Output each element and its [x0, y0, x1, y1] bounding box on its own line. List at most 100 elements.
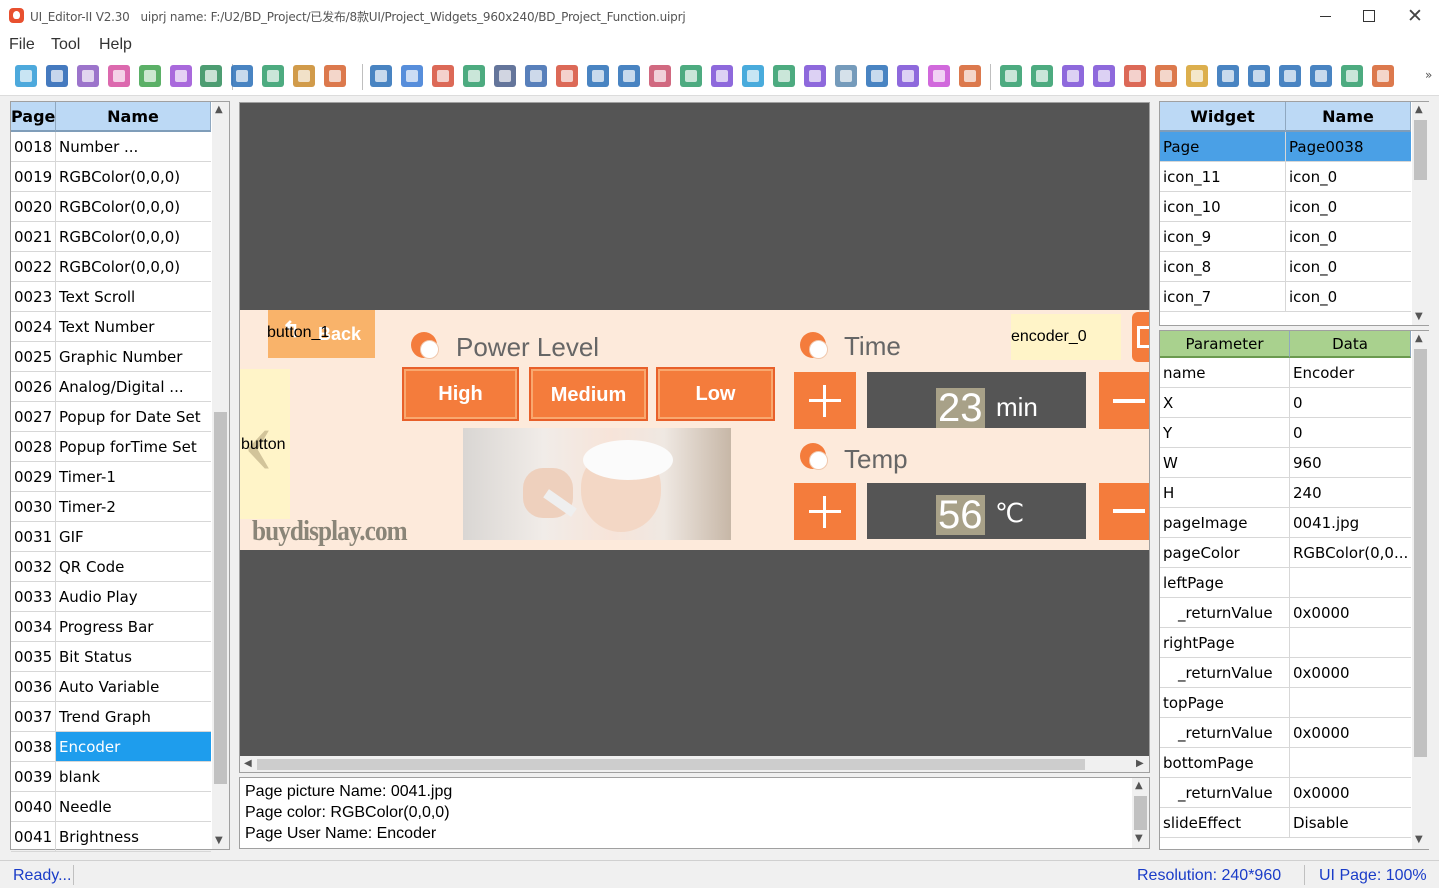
page-row[interactable]: 0028 Popup forTime Set	[11, 432, 211, 462]
gif-icon[interactable]	[587, 65, 609, 87]
distribute-v-icon[interactable]	[1248, 65, 1270, 87]
page-row[interactable]: 0018 Number ...	[11, 132, 211, 162]
page-row[interactable]: 0033 Audio Play	[11, 582, 211, 612]
parameter-row[interactable]: _returnValue 0x0000	[1160, 778, 1411, 808]
text-scroll-icon[interactable]	[401, 65, 423, 87]
widget-row[interactable]: icon_10 icon_0	[1160, 192, 1411, 222]
pages-header-name[interactable]: Name	[56, 102, 211, 132]
trend-icon[interactable]	[835, 65, 857, 87]
parameter-row[interactable]: _returnValue 0x0000	[1160, 598, 1411, 628]
align-bottom-icon[interactable]	[1031, 65, 1053, 87]
parameter-value[interactable]: 0x0000	[1290, 778, 1411, 807]
frame-icon[interactable]	[77, 65, 99, 87]
toolbar-overflow-icon[interactable]: »	[1425, 68, 1432, 82]
widgets-scrollbar[interactable]: ▲ ▼	[1412, 102, 1429, 325]
menu-help[interactable]: Help	[99, 36, 132, 54]
keyboard-en-icon[interactable]	[262, 65, 284, 87]
pages-scroll-thumb[interactable]	[214, 412, 227, 784]
parameter-value[interactable]: Encoder	[1290, 358, 1411, 387]
scroll-down-icon[interactable]: ▼	[1135, 833, 1143, 844]
time-minus-button[interactable]	[1099, 372, 1149, 429]
params-header-data[interactable]: Data	[1290, 331, 1411, 358]
parameter-row[interactable]: bottomPage	[1160, 748, 1411, 778]
widget-row[interactable]: Page Page0038	[1160, 132, 1411, 162]
page-row[interactable]: 0020 RGBColor(0,0,0)	[11, 192, 211, 222]
parameter-value[interactable]	[1290, 628, 1411, 657]
parameter-value[interactable]	[1290, 568, 1411, 597]
parameter-value[interactable]	[1290, 748, 1411, 777]
qrcode-icon[interactable]	[618, 65, 640, 87]
home-button[interactable]	[1132, 312, 1149, 362]
align-left-icon[interactable]	[1062, 65, 1084, 87]
page-row[interactable]: 0030 Timer-2	[11, 492, 211, 522]
page-row[interactable]: 0032 QR Code	[11, 552, 211, 582]
fit-icon[interactable]	[1341, 65, 1363, 87]
design-canvas[interactable]: ↰ Back button_1 ‹ button Power Level Hig…	[239, 102, 1150, 773]
widget-row[interactable]: icon_9 icon_0	[1160, 222, 1411, 252]
scroll-down-icon[interactable]: ▼	[1415, 311, 1423, 322]
canvas-hscrollbar[interactable]: ◀ ▶	[240, 756, 1149, 772]
keyboard-kbk-icon[interactable]	[324, 65, 346, 87]
digital-clock-icon[interactable]	[525, 65, 547, 87]
zoom-out-icon[interactable]	[1310, 65, 1332, 87]
same-height-icon[interactable]	[1155, 65, 1177, 87]
record-icon[interactable]	[959, 65, 981, 87]
temp-minus-button[interactable]	[1099, 483, 1149, 540]
search-icon[interactable]	[15, 65, 37, 87]
parameter-row[interactable]: _returnValue 0x0000	[1160, 718, 1411, 748]
power-level-radio[interactable]	[411, 332, 439, 359]
parameter-value[interactable]: 0	[1290, 418, 1411, 447]
parameter-value[interactable]: 0x0000	[1290, 598, 1411, 627]
page-row[interactable]: 0037 Trend Graph	[11, 702, 211, 732]
page-row[interactable]: 0041 Brightness	[11, 822, 211, 852]
params-scroll-thumb[interactable]	[1414, 349, 1427, 757]
parameter-value[interactable]: RGBColor(0,0...	[1290, 538, 1411, 567]
maximize-button[interactable]	[1359, 6, 1379, 26]
time-radio[interactable]	[800, 332, 828, 359]
number-icon[interactable]	[432, 65, 454, 87]
widget-row[interactable]: icon_11 icon_0	[1160, 162, 1411, 192]
pages-header-page[interactable]: Page	[11, 102, 56, 132]
parameter-row[interactable]: X0	[1160, 388, 1411, 418]
parameter-row[interactable]: _returnValue 0x0000	[1160, 658, 1411, 688]
widgets-header-widget[interactable]: Widget	[1160, 102, 1286, 132]
page-row[interactable]: 0019 RGBColor(0,0,0)	[11, 162, 211, 192]
parameter-row[interactable]: topPage	[1160, 688, 1411, 718]
params-header-parameter[interactable]: Parameter	[1160, 331, 1290, 358]
scroll-up-icon[interactable]: ▲	[1415, 104, 1423, 115]
page-row[interactable]: 0029 Timer-1	[11, 462, 211, 492]
align-right-icon[interactable]	[1093, 65, 1115, 87]
parameter-value[interactable]	[1290, 688, 1411, 717]
page-row[interactable]: 0022 RGBColor(0,0,0)	[11, 252, 211, 282]
pages-scrollbar[interactable]: ▲ ▼	[212, 102, 229, 849]
canvas-scroll-thumb[interactable]	[257, 759, 1085, 770]
params-scrollbar[interactable]: ▲ ▼	[1412, 331, 1429, 849]
resize-icon[interactable]	[1186, 65, 1208, 87]
info-scroll-thumb[interactable]	[1134, 796, 1147, 830]
progress-icon[interactable]	[680, 65, 702, 87]
page-row[interactable]: 0031 GIF	[11, 522, 211, 552]
page-row[interactable]: 0040 Needle	[11, 792, 211, 822]
wav-icon[interactable]	[649, 65, 671, 87]
widgets-header-name[interactable]: Name	[1286, 102, 1411, 132]
speedometer-icon[interactable]	[897, 65, 919, 87]
grid-icon[interactable]	[108, 65, 130, 87]
page-row[interactable]: 0024 Text Number	[11, 312, 211, 342]
parameter-value[interactable]: 0x0000	[1290, 658, 1411, 687]
parameter-value[interactable]: 0	[1290, 388, 1411, 417]
text-icon[interactable]	[370, 65, 392, 87]
scroll-up-icon[interactable]: ▲	[1135, 780, 1143, 791]
page-row[interactable]: 0027 Popup for Date Set	[11, 402, 211, 432]
widget-row[interactable]: icon_8 icon_0	[1160, 252, 1411, 282]
menu-tool[interactable]: Tool	[51, 36, 80, 54]
parameter-row[interactable]: name Encoder	[1160, 358, 1411, 388]
scroll-up-icon[interactable]: ▲	[1415, 333, 1423, 344]
scroll-down-icon[interactable]: ▼	[215, 835, 223, 846]
page-row[interactable]: 0025 Graphic Number	[11, 342, 211, 372]
parameter-row[interactable]: pageColor RGBColor(0,0...	[1160, 538, 1411, 568]
graphic-number-icon[interactable]	[463, 65, 485, 87]
parameter-row[interactable]: rightPage	[1160, 628, 1411, 658]
parameter-row[interactable]: H 240	[1160, 478, 1411, 508]
bit-icon[interactable]	[742, 65, 764, 87]
parameter-row[interactable]: W 960	[1160, 448, 1411, 478]
